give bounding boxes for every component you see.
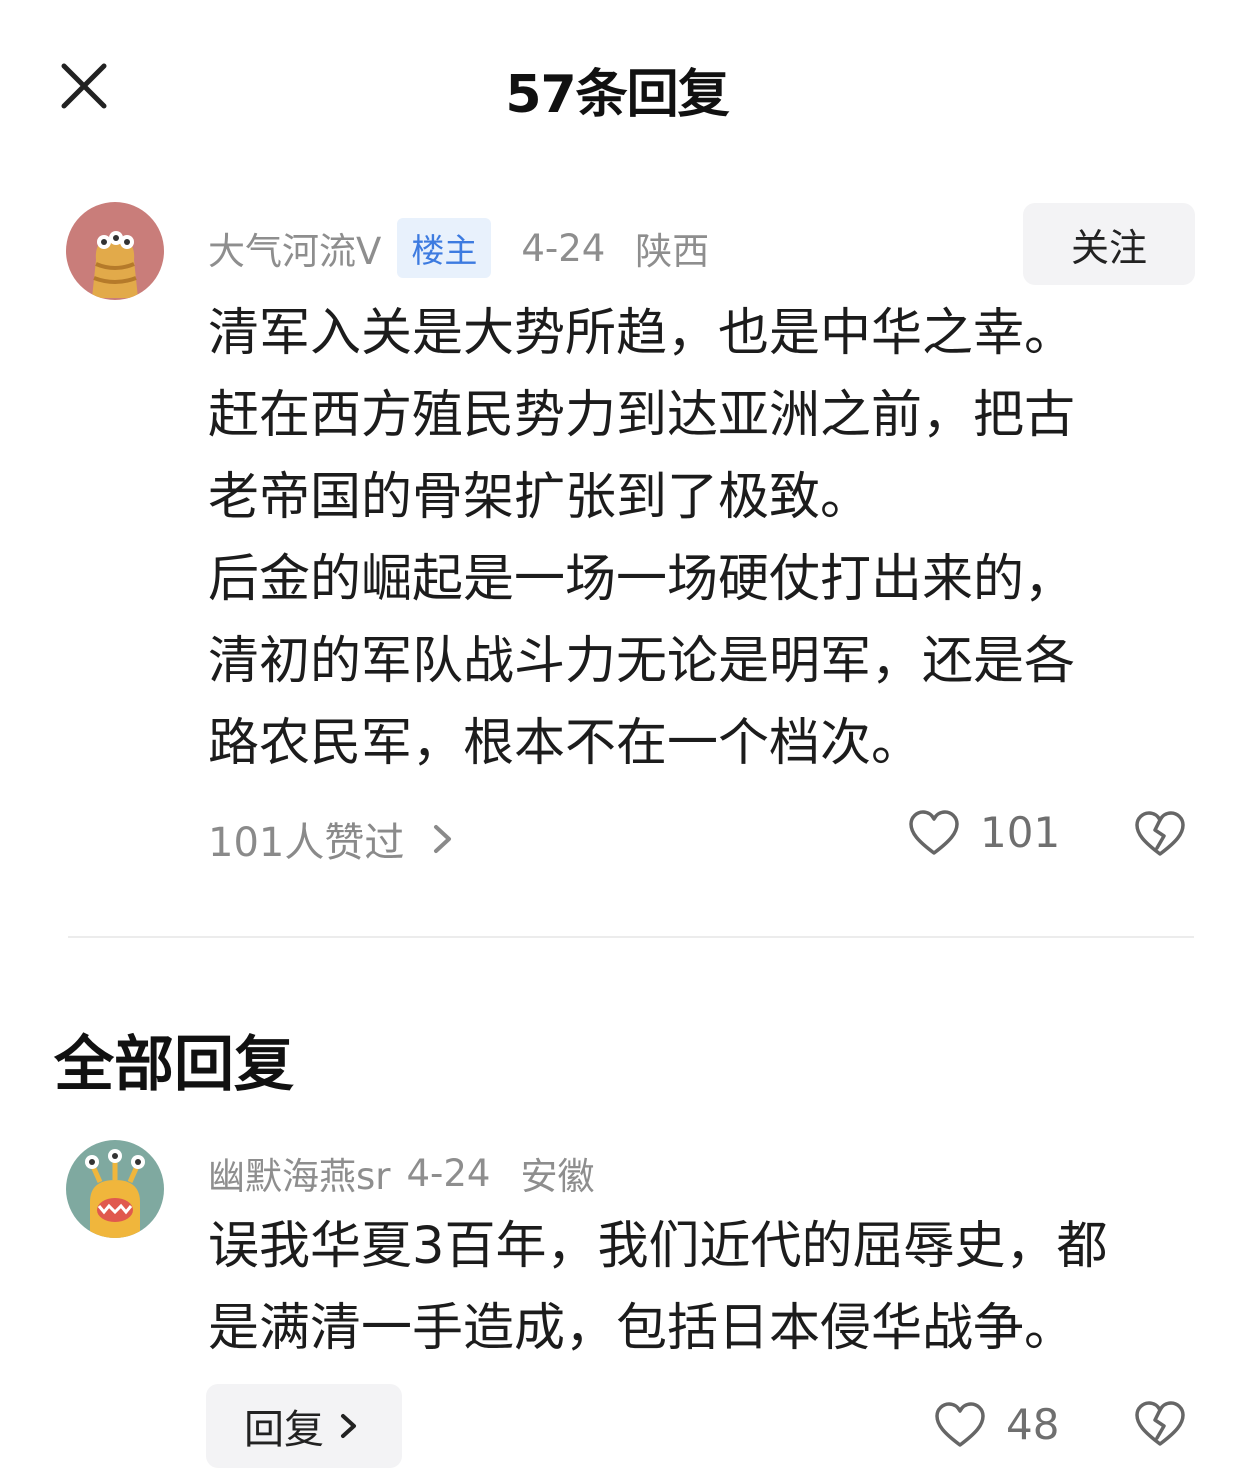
reply-meta: 幽默海燕sr 4-24 安徽 [208, 1146, 624, 1200]
like-count: 48 [1006, 1400, 1060, 1449]
follow-button[interactable]: 关注 [1023, 203, 1195, 285]
comment-paragraph: 清初的军队战斗力无论是明军，还是各 [208, 632, 1076, 691]
username[interactable]: 大气河流V [208, 221, 381, 275]
reply-location: 安徽 [520, 1155, 595, 1198]
broken-heart-icon [1135, 1401, 1185, 1446]
reply-paragraph: 是满清一手造成，包括日本侵华战争。 [208, 1299, 1076, 1358]
heart-icon [935, 1401, 985, 1447]
username[interactable]: 幽默海燕sr [208, 1146, 391, 1200]
comment-body: 清军入关是大势所趋，也是中华之幸。 赶在西方殖民势力到达亚洲之前，把古 老帝国的… [208, 293, 1075, 785]
chevron-right-icon [434, 825, 452, 853]
reply-button[interactable]: 回复 [206, 1384, 402, 1468]
comment-paragraph: 老帝国的骨架扩张到了极致。 [208, 468, 872, 527]
comment-paragraph: 路农民军，根本不在一个档次。 [208, 714, 923, 773]
section-divider [68, 936, 1194, 938]
like-button[interactable]: 48 [934, 1400, 1059, 1449]
avatar[interactable] [66, 1140, 164, 1238]
avatar[interactable] [66, 202, 164, 300]
broken-heart-icon [1135, 811, 1185, 856]
like-count: 101 [980, 808, 1061, 857]
dislike-button[interactable] [1134, 810, 1186, 862]
reply-body: 误我华夏3百年，我们近代的屈辱史，都 是满清一手造成，包括日本侵华战争。 [208, 1206, 1107, 1370]
comment-paragraph: 赶在西方殖民势力到达亚洲之前，把古 [208, 386, 1076, 445]
chevron-right-icon [341, 1414, 356, 1438]
likes-summary: 101人赞过 [208, 820, 405, 866]
page-title: 57条回复 [505, 65, 729, 125]
reply-label: 回复 [244, 1407, 324, 1453]
reply-date: 4-24 [406, 1151, 491, 1195]
avatar-monster-icon [66, 202, 164, 300]
comment-meta: 大气河流V 楼主 4-24 陕西 [208, 218, 739, 278]
comment-date: 4-24 [521, 226, 606, 270]
heart-icon [909, 809, 959, 855]
comment-location: 陕西 [635, 230, 710, 273]
avatar-monster-icon [66, 1140, 164, 1238]
comment-paragraph: 后金的崛起是一场一场硬仗打出来的， [208, 550, 1076, 609]
like-button[interactable]: 101 [908, 808, 1060, 857]
dislike-button[interactable] [1134, 1400, 1186, 1452]
op-badge: 楼主 [397, 218, 492, 278]
likes-summary-link[interactable]: 101人赞过 [208, 810, 462, 868]
reply-paragraph: 误我华夏3百年，我们近代的屈辱史，都 [208, 1217, 1108, 1276]
comment-paragraph: 清军入关是大势所趋，也是中华之幸。 [208, 304, 1076, 363]
section-title: 全部回复 [54, 1030, 294, 1100]
